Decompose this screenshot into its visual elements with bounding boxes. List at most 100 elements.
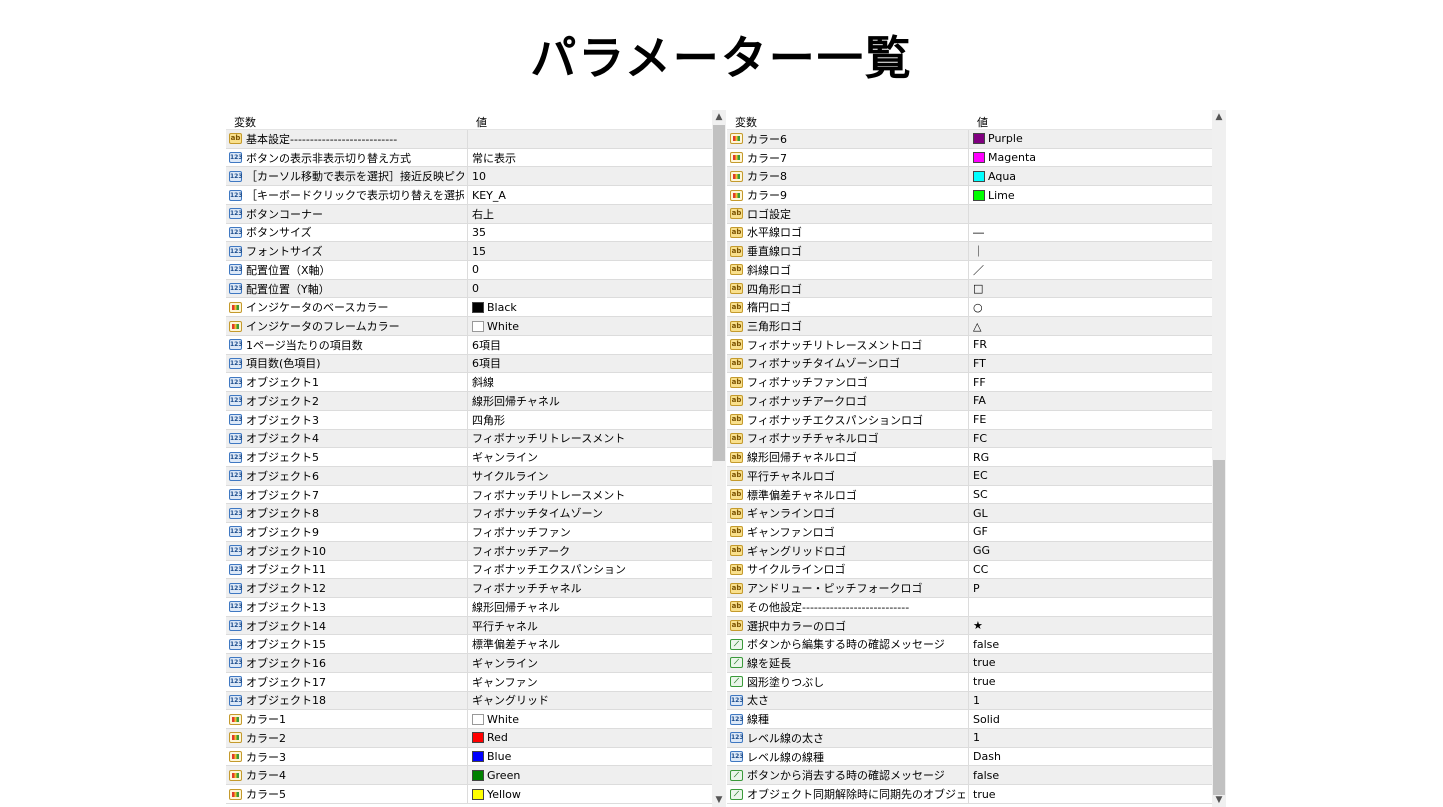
table-row[interactable]: 123 オブジェクト3 四角形 [226,410,712,430]
table-row[interactable]: ab 線形回帰チャネルロゴ RG [727,448,1212,467]
table-row[interactable]: ab アンドリュー・ピッチフォークロゴ P [727,579,1212,598]
param-value-cell[interactable]: 15 [472,242,486,260]
table-row[interactable]: ab 斜線ロゴ ／ [727,261,1212,280]
param-value-cell[interactable]: 右上 [472,205,494,223]
param-value-cell[interactable]: Lime [973,186,1015,204]
param-value-cell[interactable]: 6項目 [472,355,501,373]
table-row[interactable]: ab ロゴ設定 [727,204,1212,224]
table-row[interactable]: 123 オブジェクト5 ギャンライン [226,448,712,467]
scroll-thumb[interactable] [1213,460,1225,795]
table-row[interactable]: 123 ボタンコーナー 右上 [226,204,712,224]
param-value-cell[interactable]: フィボナッチリトレースメント [472,430,625,448]
table-row[interactable]: 123 ［カーソル移動で表示を選択］接近反映ピク･.. 10 [226,167,712,187]
param-value-cell[interactable]: 0 [472,280,479,298]
table-row[interactable]: ab 三角形ロゴ △ [727,317,1212,336]
table-row[interactable]: 123 オブジェクト12 フィボナッチチャネル [226,579,712,598]
param-value-cell[interactable]: ／ [973,261,984,279]
param-value-cell[interactable]: P [973,579,980,597]
param-value-cell[interactable]: Blue [472,748,511,766]
table-row[interactable]: カラー6 Purple [727,130,1212,149]
param-value-cell[interactable]: 1 [973,729,980,747]
table-row[interactable]: 123 オブジェクト8 フィボナッチタイムゾーン [226,504,712,524]
table-row[interactable]: ab 標準偏差チャネルロゴ SC [727,485,1212,505]
param-value-cell[interactable]: FA [973,392,986,410]
table-row[interactable]: ⟋ 線を延長 true [727,654,1212,673]
scroll-up-icon[interactable]: ▲ [712,110,726,124]
table-row[interactable]: 123［キーボードクリックで表示切り替えを選択］キ･.. KEY_A [226,186,712,205]
param-value-cell[interactable]: false [973,635,999,653]
param-value-cell[interactable]: 35 [472,224,486,242]
param-value-cell[interactable]: 標準偏差チャネル [472,635,560,653]
param-value-cell[interactable]: 1 [973,692,980,710]
param-value-cell[interactable]: 6項目 [472,336,501,354]
table-row[interactable]: カラー4 Green [226,766,712,786]
table-row[interactable]: カラー5 Yellow [226,785,712,804]
table-row[interactable]: ab ギャングリッドロゴ GG [727,541,1212,561]
param-value-cell[interactable]: フィボナッチリトレースメント [472,486,625,504]
param-value-cell[interactable]: フィボナッチエクスパンション [472,561,626,579]
param-value-cell[interactable]: 10 [472,167,486,185]
param-value-cell[interactable]: フィボナッチファン [472,523,571,541]
param-value-cell[interactable]: ギャンライン [472,448,538,466]
table-row[interactable]: カラー8 Aqua [727,167,1212,187]
vertical-scrollbar[interactable]: ▲ ▼ [712,110,726,807]
table-row[interactable]: 123 オブジェクト16 ギャンライン [226,654,712,673]
scroll-down-icon[interactable]: ▼ [1212,793,1226,807]
table-row[interactable]: ⟋ 図形塗りつぶし true [727,672,1212,692]
param-value-cell[interactable]: false [973,766,999,784]
param-value-cell[interactable]: Magenta [973,149,1036,167]
table-row[interactable]: 123 オブジェクト1 斜線 [226,373,712,393]
param-value-cell[interactable]: △ [973,317,981,335]
param-value-cell[interactable]: ギャンファン [472,673,538,691]
table-row[interactable]: 123 オブジェクト11 フィボナッチエクスパンション [226,560,712,580]
param-value-cell[interactable]: ギャングリッド [472,692,549,710]
param-value-cell[interactable]: EC [973,467,988,485]
table-row[interactable]: ab フィボナッチファンロゴ FF [727,373,1212,393]
param-value-cell[interactable]: フィボナッチアーク [472,542,570,560]
scroll-down-icon[interactable]: ▼ [712,793,726,807]
table-row[interactable]: 123 オブジェクト15 標準偏差チャネル [226,635,712,655]
table-row[interactable]: 123 太さ 1 [727,691,1212,711]
header-value[interactable]: 値 [476,114,487,130]
table-row[interactable]: 123 オブジェクト17 ギャンファン [226,672,712,692]
table-row[interactable]: 123 オブジェクト7 フィボナッチリトレースメント [226,485,712,505]
table-row[interactable]: カラー7 Magenta [727,148,1212,168]
table-row[interactable]: 123 配置位置（Y軸） 0 [226,279,712,299]
table-row[interactable]: 123 オブジェクト10 フィボナッチアーク [226,541,712,561]
param-value-cell[interactable]: ギャンライン [472,654,538,672]
param-value-cell[interactable]: FE [973,411,986,429]
table-row[interactable]: ⟋ オブジェクト同期解除時に同期先のオブジェクト･.. true [727,785,1212,804]
table-row[interactable]: ab 水平線ロゴ ― [727,223,1212,243]
table-row[interactable]: ab その他設定--------------------------- [727,597,1212,617]
param-value-cell[interactable]: Purple [973,130,1023,148]
param-value-cell[interactable]: FF [973,373,986,391]
param-value-cell[interactable]: FT [973,355,986,373]
param-value-cell[interactable]: Black [472,298,517,316]
table-row[interactable]: カラー3 Blue [226,747,712,767]
table-row[interactable]: ab 平行チャネルロゴ EC [727,466,1212,486]
table-row[interactable]: 123 ボタンの表示非表示切り替え方式 常に表示 [226,148,712,168]
table-row[interactable]: ab 基本設定--------------------------- [226,130,712,149]
table-row[interactable]: 123 項目数(色項目) 6項目 [226,354,712,374]
table-row[interactable]: 123 レベル線の線種 Dash [727,747,1212,767]
table-row[interactable]: ab フィボナッチリトレースメントロゴ FR [727,335,1212,355]
param-value-cell[interactable]: FR [973,336,987,354]
table-row[interactable]: 123 1ページ当たりの項目数 6項目 [226,335,712,355]
param-value-cell[interactable]: true [973,654,996,672]
table-row[interactable]: 123 オブジェクト2 線形回帰チャネル [226,392,712,411]
header-variable[interactable]: 変数 [234,114,256,130]
param-value-cell[interactable]: 常に表示 [472,149,516,167]
param-value-cell[interactable]: □ [973,280,983,298]
table-row[interactable]: ab ギャンラインロゴ GL [727,504,1212,524]
param-value-cell[interactable]: Aqua [973,167,1016,185]
table-row[interactable]: カラー2 Red [226,729,712,748]
param-value-cell[interactable]: フィボナッチチャネル [472,579,582,597]
table-row[interactable]: ab 楕円ロゴ ○ [727,298,1212,318]
table-row[interactable]: 123 ボタンサイズ 35 [226,223,712,243]
table-row[interactable]: 123 オブジェクト14 平行チャネル [226,616,712,636]
table-row[interactable]: ab 四角形ロゴ □ [727,279,1212,299]
table-row[interactable]: 123 オブジェクト6 サイクルライン [226,466,712,486]
table-row[interactable]: 123 配置位置（X軸） 0 [226,261,712,280]
param-value-cell[interactable]: フィボナッチタイムゾーン [472,504,603,522]
param-value-cell[interactable]: 0 [472,261,479,279]
